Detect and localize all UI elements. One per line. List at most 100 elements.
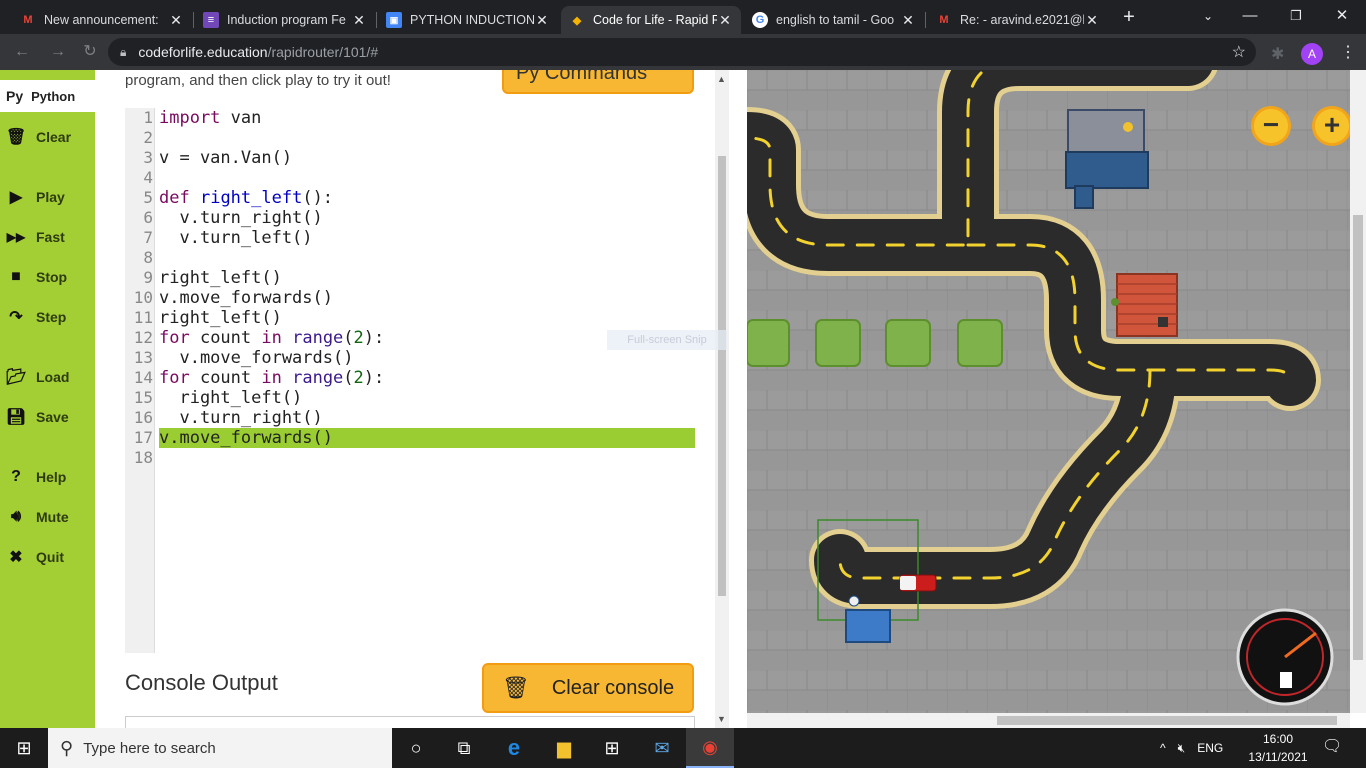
profile-avatar[interactable]: A	[1301, 43, 1323, 65]
reload-icon[interactable]: ↻	[80, 42, 100, 62]
codeforlife-icon: ◆	[572, 14, 582, 27]
browser-tab-active[interactable]: ◆ Code for Life - Rapid R ✕	[561, 6, 741, 34]
volume-muted-icon[interactable]: 🔇︎	[1178, 741, 1186, 756]
browser-tab[interactable]: M Re: - aravind.e2021@k ✕	[928, 6, 1108, 34]
menu-icon[interactable]: ⋮	[1340, 42, 1356, 62]
stop-label: Stop	[36, 269, 68, 285]
close-tab-icon[interactable]: ✕	[351, 12, 367, 29]
code-line[interactable]: 10 v.move_forwards()	[125, 288, 695, 308]
notification-icon[interactable]: 🗨︎	[1322, 736, 1342, 756]
bookmark-star-icon[interactable]: ☆	[1232, 42, 1246, 62]
store-icon[interactable]: ⊞	[588, 728, 636, 768]
code-line[interactable]: 9 right_left()	[125, 268, 695, 288]
game-vertical-scrollbar[interactable]	[1350, 70, 1366, 713]
scroll-down-icon[interactable]: ▼	[717, 714, 726, 724]
close-tab-icon[interactable]: ✕	[1084, 12, 1100, 29]
close-window-button[interactable]: ✕	[1322, 4, 1362, 28]
code-editor[interactable]: 1 import van 2 3 v = van.Van() 4 5 def right_le…	[125, 108, 695, 653]
code-line[interactable]: 14 for count in range(2):	[125, 368, 695, 388]
edge-icon[interactable]: e	[490, 728, 538, 768]
stop-button[interactable]: ■ Stop	[6, 266, 67, 288]
tab-separator	[376, 12, 377, 28]
step-button[interactable]: ↷ Step	[6, 306, 66, 328]
code-line[interactable]: 5 def right_left():	[125, 188, 695, 208]
browser-tab[interactable]: ≡ Induction program Fe ✕	[195, 6, 375, 34]
url-field[interactable]: 🔒︎ codeforlife.education/rapidrouter/101…	[108, 38, 1256, 66]
code-line[interactable]: 17 v.move_forwards()	[125, 428, 695, 448]
code-text: for count in range(2):	[159, 368, 385, 388]
code-line[interactable]: 7 v.turn_left()	[125, 228, 695, 248]
clear-button[interactable]: 🗑︎ Clear	[6, 126, 71, 148]
restore-button[interactable]: ❐	[1276, 4, 1316, 28]
python-tab[interactable]: Py Python	[0, 80, 95, 112]
mail-icon[interactable]: ✉	[638, 728, 686, 768]
browser-tab[interactable]: ▣ PYTHON INDUCTION ✕	[378, 6, 558, 34]
mute-button[interactable]: 🔊︎ Mute	[6, 506, 69, 528]
zoom-in-button[interactable]: +	[1312, 106, 1350, 146]
windows-taskbar: ⊞ ⚲ Type here to search ○ ⧉ e ▆ ⊞ ✉ ◉ ^ …	[0, 728, 1366, 768]
save-button[interactable]: 💾︎ Save	[6, 406, 69, 428]
browser-tab[interactable]: G english to tamil - Goo ✕	[744, 6, 924, 34]
tab-search-icon[interactable]: ⌄	[1188, 4, 1228, 28]
fuel-pump-icon	[1280, 672, 1292, 688]
fast-button[interactable]: ▶▶ Fast	[6, 226, 65, 248]
browser-tab[interactable]: M New announcement: ✕	[12, 6, 192, 34]
editor-scrollbar[interactable]: ▲ ▼	[715, 70, 729, 728]
task-view-icon[interactable]: ⧉	[440, 728, 488, 768]
game-map[interactable]: − +	[747, 70, 1350, 713]
close-tab-icon[interactable]: ✕	[534, 12, 550, 29]
code-line[interactable]: 15 right_left()	[125, 388, 695, 408]
line-number: 5	[143, 188, 153, 207]
taskbar-search-field[interactable]: ⚲ Type here to search	[48, 728, 392, 768]
chevron-up-icon[interactable]: ^	[1160, 741, 1166, 755]
code-line[interactable]: 11 right_left()	[125, 308, 695, 328]
code-line[interactable]: 3 v = van.Van()	[125, 148, 695, 168]
play-button[interactable]: ▶ Play	[6, 186, 65, 208]
code-text: v.turn_right()	[159, 408, 323, 428]
chrome-icon[interactable]: ◉	[686, 728, 734, 768]
load-button[interactable]: 📂︎ Load	[6, 366, 69, 388]
file-explorer-icon[interactable]: ▆	[540, 728, 588, 768]
code-line[interactable]: 13 v.move_forwards()	[125, 348, 695, 368]
forward-icon[interactable]: →	[48, 42, 68, 62]
close-tab-icon[interactable]: ✕	[900, 12, 916, 29]
line-number: 6	[143, 208, 153, 227]
back-icon[interactable]: ←	[12, 42, 32, 62]
forms-icon: ≡	[203, 12, 219, 28]
close-tab-icon[interactable]: ✕	[168, 12, 184, 29]
van	[899, 574, 937, 592]
game-horizontal-scrollbar[interactable]	[747, 713, 1350, 728]
trash-icon: 🗑︎	[501, 675, 530, 700]
code-line[interactable]: 18	[125, 448, 695, 468]
new-tab-button[interactable]: +	[1117, 6, 1141, 30]
help-button[interactable]: ? Help	[6, 466, 66, 488]
taskbar-search-placeholder: Type here to search	[83, 739, 216, 757]
windows-start-icon[interactable]: ⊞	[0, 728, 48, 768]
scroll-up-icon[interactable]: ▲	[717, 74, 726, 84]
code-line[interactable]: 4	[125, 168, 695, 188]
close-tab-icon[interactable]: ✕	[717, 12, 733, 29]
clear-label: Clear	[36, 129, 72, 145]
code-line[interactable]: 8	[125, 248, 695, 268]
cortana-icon[interactable]: ○	[392, 728, 440, 768]
line-number: 15	[133, 388, 153, 407]
code-line[interactable]: 6 v.turn_right()	[125, 208, 695, 228]
zoom-out-button[interactable]: −	[1251, 106, 1291, 146]
line-number: 1	[143, 108, 153, 127]
commands-button[interactable]: Py Commands	[502, 70, 694, 94]
fast-label: Fast	[36, 229, 65, 245]
clock[interactable]: 16:00 13/11/2021	[1248, 730, 1308, 766]
panel-divider[interactable]	[729, 70, 747, 728]
code-line[interactable]: 2	[125, 128, 695, 148]
extension-icon[interactable]: ✱	[1271, 44, 1284, 64]
game-vertical-scroll-thumb[interactable]	[1353, 215, 1363, 660]
tab-separator	[193, 12, 194, 28]
editor-scroll-thumb[interactable]	[718, 156, 726, 596]
language-indicator[interactable]: ENG	[1197, 741, 1223, 755]
quit-button[interactable]: ✖ Quit	[6, 546, 64, 568]
clear-console-button[interactable]: 🗑︎ Clear console	[482, 663, 694, 713]
code-line[interactable]: 1 import van	[125, 108, 695, 128]
game-horizontal-scroll-thumb[interactable]	[997, 716, 1337, 725]
code-line[interactable]: 16 v.turn_right()	[125, 408, 695, 428]
minimize-button[interactable]: —	[1230, 4, 1270, 28]
